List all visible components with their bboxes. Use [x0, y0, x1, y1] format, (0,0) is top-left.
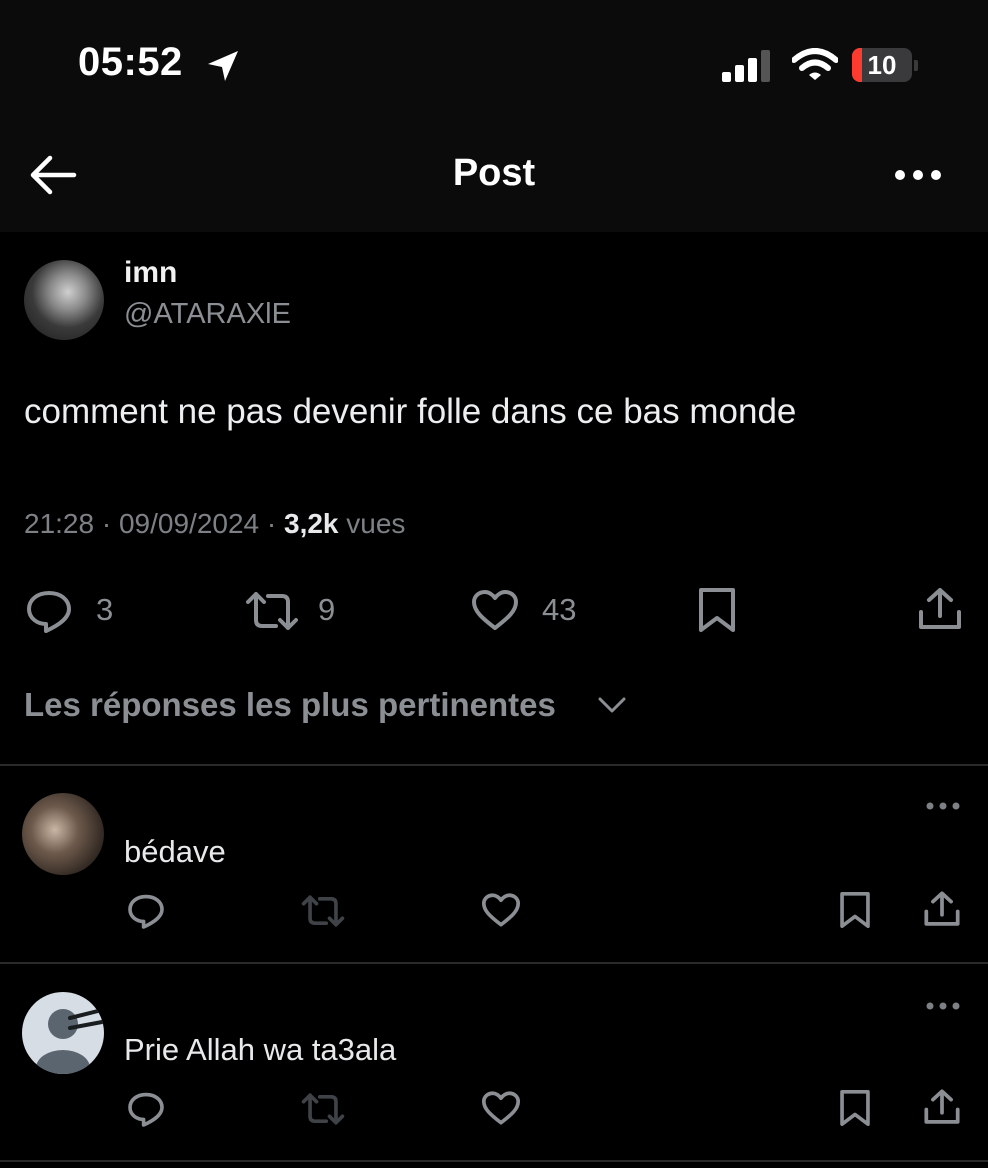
share-icon[interactable] [916, 586, 964, 632]
more-icon[interactable] [924, 800, 962, 812]
post-date: 09/09/2024 [118, 508, 260, 539]
wifi-icon [792, 48, 838, 80]
reply-text: bédave [124, 834, 226, 869]
share-icon[interactable] [922, 1088, 962, 1126]
views-count[interactable]: 3,2k [284, 508, 339, 539]
replies-sort-dropdown[interactable]: Les réponses les plus pertinentes [24, 686, 556, 724]
share-icon[interactable] [922, 890, 962, 928]
post-text: comment ne pas devenir folle dans ce bas… [24, 392, 797, 431]
like-icon[interactable] [470, 588, 520, 632]
chevron-down-icon[interactable] [598, 696, 626, 714]
divider [0, 1160, 988, 1162]
signal-icon [722, 50, 770, 82]
divider [0, 764, 988, 766]
post-time: 21:28 [24, 508, 95, 539]
battery-level: 10 [867, 50, 897, 80]
author-name[interactable]: imn [124, 256, 177, 290]
like-icon[interactable] [480, 892, 522, 928]
reply-text: Prie Allah wa ta3ala [124, 1032, 397, 1067]
page-title: Post [452, 152, 536, 194]
bookmark-icon[interactable] [838, 890, 872, 930]
like-icon[interactable] [480, 1090, 522, 1126]
battery-icon: 10 [852, 48, 912, 82]
like-count: 43 [542, 592, 577, 627]
divider [0, 962, 988, 964]
author-handle[interactable]: @ATARAXlE [124, 298, 291, 331]
more-icon[interactable] [924, 1000, 962, 1012]
status-time: 05:52 [78, 40, 183, 84]
reply-icon[interactable] [24, 588, 74, 634]
reply-count: 3 [96, 592, 114, 627]
repost-icon[interactable] [244, 590, 300, 632]
battery-nub [914, 60, 918, 71]
avatar[interactable] [24, 260, 104, 340]
more-icon[interactable] [892, 163, 944, 187]
bookmark-icon[interactable] [696, 586, 738, 634]
default-avatar-icon [36, 1008, 104, 1074]
bookmark-icon[interactable] [838, 1088, 872, 1128]
post-meta: 21:28 · 09/09/2024 · 3,2k vues [24, 508, 406, 539]
reply-icon[interactable] [126, 1090, 166, 1128]
reply-icon[interactable] [126, 892, 166, 930]
reply-avatar[interactable] [22, 793, 104, 875]
location-arrow-icon [208, 51, 238, 81]
reply-avatar[interactable] [22, 992, 104, 1074]
repost-count: 9 [318, 592, 336, 627]
views-label: vues [346, 508, 406, 539]
repost-icon[interactable] [300, 894, 346, 928]
repost-icon[interactable] [300, 1092, 346, 1126]
